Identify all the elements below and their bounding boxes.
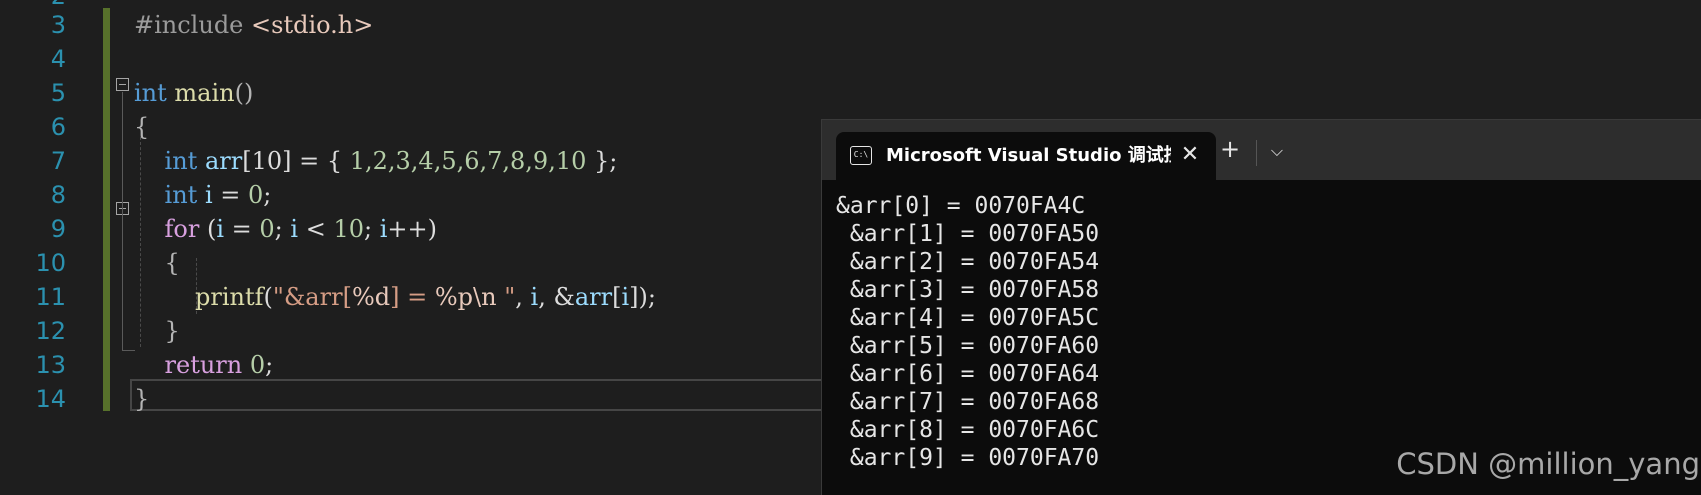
array-decl-end: };: [586, 147, 618, 175]
line-number: 3: [50, 11, 66, 39]
increment: ++: [387, 215, 428, 243]
console-titlebar[interactable]: C:\ Microsoft Visual Studio 调试控制台 ✕ + ⌵: [822, 120, 1701, 180]
parens: (): [234, 79, 254, 107]
for-sep: ;: [364, 215, 380, 243]
variable-i: i: [290, 215, 299, 243]
console-output-line: &arr[4] = 0070FA5C: [836, 305, 1100, 331]
line-number: 4: [50, 45, 66, 73]
array-decl: [10] = {: [242, 147, 350, 175]
escape-sequence: \n: [473, 283, 497, 311]
keyword-int: int: [134, 79, 167, 107]
number-zero: 0: [248, 181, 264, 209]
comma: ,: [515, 283, 531, 311]
call-end: );: [638, 283, 656, 311]
code-line-3[interactable]: 3 #include <stdio.h>: [0, 8, 1701, 42]
console-output-line: &arr[8] = 0070FA6C: [836, 417, 1100, 443]
number-zero: 0: [259, 215, 275, 243]
console-output-line: &arr[1] = 0070FA50: [836, 221, 1100, 247]
address-of: &: [553, 283, 575, 311]
close-icon[interactable]: ✕: [1178, 144, 1202, 168]
keyword-return: return: [164, 351, 243, 379]
line-number: 6: [50, 113, 66, 141]
line-number: 9: [50, 215, 66, 243]
assign-op: =: [212, 181, 248, 209]
console-output-line: &arr[6] = 0070FA64: [836, 361, 1100, 387]
brace-close: }: [164, 317, 180, 345]
chevron-down-icon[interactable]: ⌵: [1264, 138, 1290, 164]
keyword-int: int: [164, 147, 198, 175]
line-number: 12: [35, 317, 66, 345]
paren-open: (: [263, 283, 273, 311]
console-output-line: &arr[0] = 0070FA4C: [836, 193, 1086, 219]
line-number: 5: [50, 79, 66, 107]
string-literal: ": [496, 283, 516, 311]
line-number: 13: [35, 351, 66, 379]
console-output-line: &arr[3] = 0070FA58: [836, 277, 1100, 303]
format-specifier: %d: [351, 283, 391, 311]
console-output-line: &arr[5] = 0070FA60: [836, 333, 1100, 359]
line-number: 11: [35, 283, 66, 311]
keyword-for: for: [164, 215, 200, 243]
watermark: CSDN @million_yang: [1396, 447, 1700, 481]
preprocessor-directive: #include: [134, 11, 244, 39]
function-printf: printf: [195, 283, 264, 311]
number-zero: 0: [249, 351, 266, 379]
for-open: (: [199, 215, 217, 243]
include-header: <stdio.h>: [251, 11, 374, 39]
variable-i: i: [621, 283, 630, 311]
string-literal: ] =: [390, 283, 435, 311]
semicolon: ;: [265, 351, 274, 379]
brace-open: {: [134, 113, 150, 141]
keyword-int: int: [164, 181, 198, 209]
number-ten: 10: [333, 215, 364, 243]
comma: ,: [538, 283, 554, 311]
less-than: <: [298, 215, 334, 243]
debug-console-window[interactable]: C:\ Microsoft Visual Studio 调试控制台 ✕ + ⌵ …: [821, 119, 1701, 495]
line-number: 8: [50, 181, 66, 209]
code-line-5[interactable]: 5 int main(): [0, 76, 1701, 110]
line-number: 14: [35, 385, 66, 413]
function-main: main: [174, 79, 235, 107]
format-specifier: %p: [434, 283, 474, 311]
paren-close: ): [427, 215, 437, 243]
line-number: 10: [35, 249, 66, 277]
string-literal: "&arr[: [272, 283, 352, 311]
console-tab[interactable]: C:\ Microsoft Visual Studio 调试控制台 ✕: [836, 132, 1216, 180]
console-tab-title: Microsoft Visual Studio 调试控制台: [886, 145, 1171, 166]
tab-separator: [1256, 140, 1257, 166]
variable-i: i: [204, 181, 213, 209]
plus-icon[interactable]: +: [1216, 136, 1244, 164]
variable-arr: arr: [574, 283, 613, 311]
assign-op: =: [224, 215, 260, 243]
brace-close: }: [134, 385, 150, 413]
line-number: 7: [50, 147, 66, 175]
command-prompt-icon: C:\: [850, 146, 872, 165]
console-output-line: &arr[2] = 0070FA54: [836, 249, 1100, 275]
variable-arr: arr: [204, 147, 243, 175]
console-output-line: &arr[7] = 0070FA68: [836, 389, 1100, 415]
for-sep: ;: [274, 215, 291, 243]
array-values: 1,2,3,4,5,6,7,8,9,10: [349, 147, 587, 175]
code-line-4[interactable]: 4: [0, 42, 1701, 76]
brace-open: {: [164, 249, 180, 277]
index-close: ]: [629, 283, 639, 311]
variable-i: i: [216, 215, 225, 243]
semicolon: ;: [263, 181, 272, 209]
